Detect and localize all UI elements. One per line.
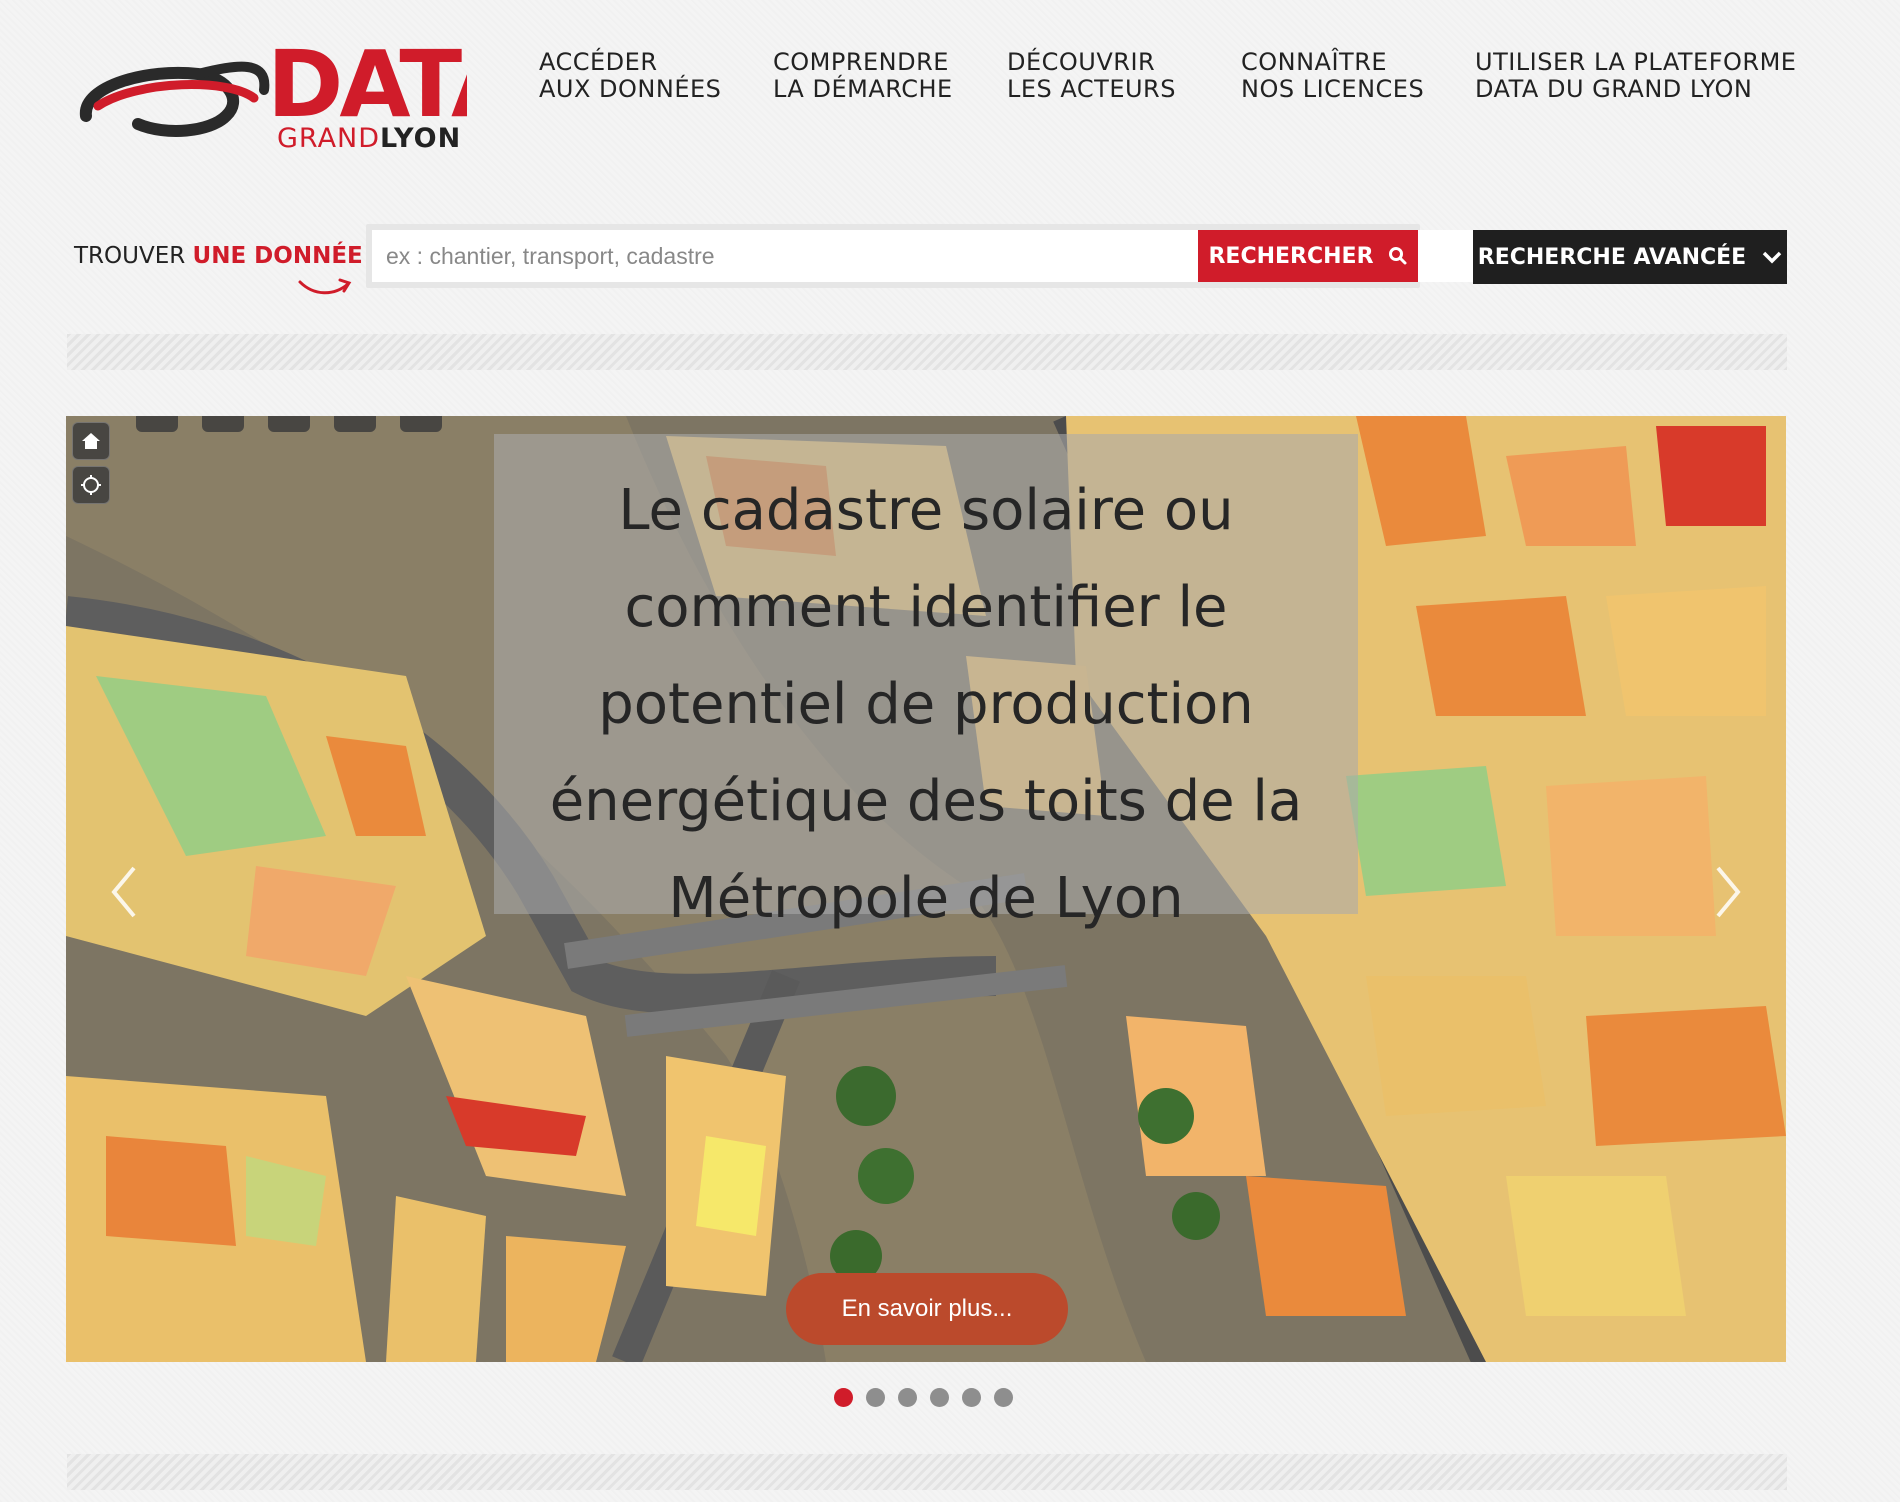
map-tool-button[interactable] [202,416,244,432]
nav-line: UTILISER LA PLATEFORME [1475,48,1797,76]
map-tool-button[interactable] [136,416,178,432]
svg-text:DATA: DATA [267,40,467,126]
slider-dot[interactable] [834,1388,853,1407]
nav-line: COMPRENDRE [773,48,949,76]
chevron-down-icon [1762,251,1782,264]
nav-line: AUX DONNÉES [539,75,722,103]
learn-more-label: En savoir plus... [841,1295,1013,1322]
home-icon [82,433,100,449]
map-toolbar [136,416,442,432]
nav-acceder[interactable]: ACCÉDER AUX DONNÉES [539,49,721,103]
slide-caption: Le cadastre solaire ou comment identifie… [494,434,1358,931]
nav-line: LA DÉMARCHE [773,75,953,103]
nav-line: DÉCOUVRIR [1007,48,1156,76]
nav-utiliser[interactable]: UTILISER LA PLATEFORME DATA DU GRAND LYO… [1475,49,1796,103]
nav-connaitre[interactable]: CONNAÎTRE NOS LICENCES [1241,49,1424,103]
logo-lyon: LYON [380,123,462,154]
search-button-label: RECHERCHER [1208,243,1374,269]
nav-line: LES ACTEURS [1007,75,1176,103]
divider-top [67,334,1787,370]
slider-dot[interactable] [994,1388,1013,1407]
find-label-prefix: TROUVER [74,243,186,269]
nav-line: ACCÉDER [539,48,658,76]
hero-slider: Le cadastre solaire ou comment identifie… [66,416,1786,1362]
slider-dot[interactable] [866,1388,885,1407]
learn-more-button[interactable]: En savoir plus... [786,1273,1068,1345]
logo-grand: GRAND [277,123,381,154]
chevron-left-icon[interactable] [106,862,142,922]
nav-line: DATA DU GRAND LYON [1475,75,1753,103]
find-label-accent: UNE DONNÉE [192,243,363,269]
find-data-label: TROUVER UNE DONNÉE [74,243,363,269]
locate-icon [81,475,101,495]
slide-caption-text: Le cadastre solaire ou comment identifie… [549,478,1303,931]
logo-data-text: DATA [267,40,467,126]
advanced-search-button[interactable]: RECHERCHE AVANCÉE [1473,230,1787,284]
map-tool-button[interactable] [268,416,310,432]
slider-dots [834,1388,1013,1407]
chevron-right-icon[interactable] [1710,862,1746,922]
curved-arrow-icon [298,278,352,295]
advanced-search-label: RECHERCHE AVANCÉE [1477,244,1747,270]
nav-decouvrir[interactable]: DÉCOUVRIR LES ACTEURS [1007,49,1176,103]
slider-dot[interactable] [898,1388,917,1407]
slider-dot[interactable] [930,1388,949,1407]
map-home-button[interactable] [72,422,110,460]
search-button[interactable]: RECHERCHER [1198,230,1418,282]
nav-line: NOS LICENCES [1241,75,1425,103]
search-icon [1388,247,1407,265]
map-tool-button[interactable] [400,416,442,432]
logo-subtitle: GRANDLYON [277,123,461,154]
slider-dot[interactable] [962,1388,981,1407]
nav-comprendre[interactable]: COMPRENDRE LA DÉMARCHE [773,49,953,103]
divider-bottom [67,1454,1787,1490]
map-locate-button[interactable] [72,466,110,504]
map-tool-button[interactable] [334,416,376,432]
nav-line: CONNAÎTRE [1241,48,1388,76]
